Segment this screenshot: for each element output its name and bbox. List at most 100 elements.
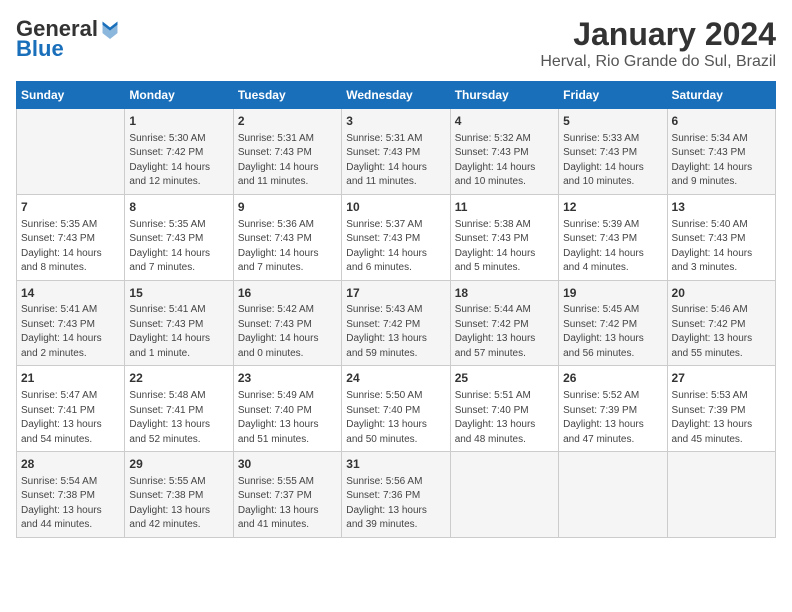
day-info: Sunrise: 5:39 AMSunset: 7:43 PMDaylight:… — [563, 218, 662, 276]
day-info: Sunrise: 5:46 AMSunset: 7:42 PMDaylight:… — [672, 303, 771, 361]
weekday-header: Monday — [125, 82, 233, 109]
page-header: General Blue January 2024 Herval, Rio Gr… — [16, 16, 776, 71]
calendar-day-cell: 14Sunrise: 5:41 AMSunset: 7:43 PMDayligh… — [17, 280, 125, 366]
calendar-day-cell: 29Sunrise: 5:55 AMSunset: 7:38 PMDayligh… — [125, 452, 233, 538]
day-number: 17 — [346, 285, 445, 302]
day-number: 21 — [21, 370, 120, 387]
day-number: 18 — [455, 285, 554, 302]
calendar-day-cell: 8Sunrise: 5:35 AMSunset: 7:43 PMDaylight… — [125, 194, 233, 280]
weekday-header: Wednesday — [342, 82, 450, 109]
day-number: 29 — [129, 456, 228, 473]
day-number: 22 — [129, 370, 228, 387]
weekday-header: Friday — [559, 82, 667, 109]
calendar-day-cell: 7Sunrise: 5:35 AMSunset: 7:43 PMDaylight… — [17, 194, 125, 280]
day-info: Sunrise: 5:45 AMSunset: 7:42 PMDaylight:… — [563, 303, 662, 361]
calendar-day-cell: 13 Sunrise: 5:40 AMSunset: 7:43 PMDayligh… — [667, 194, 775, 280]
day-info: Sunrise: 5:35 AMSunset: 7:43 PMDaylight:… — [21, 218, 120, 276]
calendar-day-cell: 30Sunrise: 5:55 AMSunset: 7:37 PMDayligh… — [233, 452, 341, 538]
calendar-day-cell — [559, 452, 667, 538]
day-info: Sunrise: 5:41 AMSunset: 7:43 PMDaylight:… — [129, 303, 228, 361]
day-info: Sunrise: 5:47 AMSunset: 7:41 PMDaylight:… — [21, 389, 120, 447]
day-number: 5 — [563, 113, 662, 130]
calendar-day-cell: 5 Sunrise: 5:33 AMSunset: 7:43 PMDaylight… — [559, 109, 667, 195]
weekday-header: Thursday — [450, 82, 558, 109]
calendar-day-cell: 27 Sunrise: 5:53 AMSunset: 7:39 PMDayligh… — [667, 366, 775, 452]
calendar-day-cell: 31 Sunrise: 5:56 AMSunset: 7:36 PMDayligh… — [342, 452, 450, 538]
day-number: 26 — [563, 370, 662, 387]
day-info: Sunrise: 5:37 AMSunset: 7:43 PMDaylight:… — [346, 218, 445, 276]
logo-blue: Blue — [16, 36, 64, 61]
day-info: Sunrise: 5:33 AMSunset: 7:43 PMDaylight:… — [563, 132, 662, 190]
day-number: 23 — [238, 370, 337, 387]
day-number: 4 — [455, 113, 554, 130]
calendar-week-row: 28Sunrise: 5:54 AMSunset: 7:38 PMDayligh… — [17, 452, 776, 538]
day-number: 19 — [563, 285, 662, 302]
day-info: Sunrise: 5:40 AMSunset: 7:43 PMDaylight:… — [672, 218, 771, 276]
day-info: Sunrise: 5:55 AMSunset: 7:37 PMDaylight:… — [238, 475, 337, 533]
day-info: Sunrise: 5:56 AMSunset: 7:36 PMDaylight:… — [346, 475, 445, 533]
day-info: Sunrise: 5:49 AMSunset: 7:40 PMDaylight:… — [238, 389, 337, 447]
day-number: 28 — [21, 456, 120, 473]
day-number: 11 — [455, 199, 554, 216]
calendar-day-cell: 15Sunrise: 5:41 AMSunset: 7:43 PMDayligh… — [125, 280, 233, 366]
day-number: 13 — [672, 199, 771, 216]
calendar-day-cell: 28Sunrise: 5:54 AMSunset: 7:38 PMDayligh… — [17, 452, 125, 538]
day-number: 2 — [238, 113, 337, 130]
day-number: 10 — [346, 199, 445, 216]
day-info: Sunrise: 5:53 AMSunset: 7:39 PMDaylight:… — [672, 389, 771, 447]
day-number: 12 — [563, 199, 662, 216]
day-number: 20 — [672, 285, 771, 302]
day-info: Sunrise: 5:31 AMSunset: 7:43 PMDaylight:… — [238, 132, 337, 190]
calendar-day-cell — [17, 109, 125, 195]
day-info: Sunrise: 5:50 AMSunset: 7:40 PMDaylight:… — [346, 389, 445, 447]
calendar-day-cell: 6Sunrise: 5:34 AMSunset: 7:43 PMDaylight… — [667, 109, 775, 195]
calendar-day-cell: 17Sunrise: 5:43 AMSunset: 7:42 PMDayligh… — [342, 280, 450, 366]
day-info: Sunrise: 5:48 AMSunset: 7:41 PMDaylight:… — [129, 389, 228, 447]
day-number: 6 — [672, 113, 771, 130]
calendar-day-cell: 20Sunrise: 5:46 AMSunset: 7:42 PMDayligh… — [667, 280, 775, 366]
day-info: Sunrise: 5:30 AMSunset: 7:42 PMDaylight:… — [129, 132, 228, 190]
day-number: 9 — [238, 199, 337, 216]
day-number: 27 — [672, 370, 771, 387]
calendar-day-cell: 24Sunrise: 5:50 AMSunset: 7:40 PMDayligh… — [342, 366, 450, 452]
weekday-header: Saturday — [667, 82, 775, 109]
day-info: Sunrise: 5:42 AMSunset: 7:43 PMDaylight:… — [238, 303, 337, 361]
calendar-day-cell — [667, 452, 775, 538]
day-info: Sunrise: 5:51 AMSunset: 7:40 PMDaylight:… — [455, 389, 554, 447]
title-section: January 2024 Herval, Rio Grande do Sul, … — [540, 16, 776, 71]
calendar-week-row: 1 Sunrise: 5:30 AMSunset: 7:42 PMDaylight… — [17, 109, 776, 195]
day-info: Sunrise: 5:35 AMSunset: 7:43 PMDaylight:… — [129, 218, 228, 276]
calendar-table: SundayMondayTuesdayWednesdayThursdayFrid… — [16, 81, 776, 538]
day-number: 3 — [346, 113, 445, 130]
calendar-day-cell: 2 Sunrise: 5:31 AMSunset: 7:43 PMDaylight… — [233, 109, 341, 195]
weekday-header: Tuesday — [233, 82, 341, 109]
day-number: 1 — [129, 113, 228, 130]
calendar-day-cell: 1 Sunrise: 5:30 AMSunset: 7:42 PMDaylight… — [125, 109, 233, 195]
calendar-day-cell: 21 Sunrise: 5:47 AMSunset: 7:41 PMDayligh… — [17, 366, 125, 452]
logo-bird-icon — [100, 19, 120, 39]
calendar-day-cell: 25 Sunrise: 5:51 AMSunset: 7:40 PMDayligh… — [450, 366, 558, 452]
day-number: 25 — [455, 370, 554, 387]
calendar-day-cell: 18Sunrise: 5:44 AMSunset: 7:42 PMDayligh… — [450, 280, 558, 366]
logo: General Blue — [16, 16, 120, 62]
day-info: Sunrise: 5:36 AMSunset: 7:43 PMDaylight:… — [238, 218, 337, 276]
day-number: 14 — [21, 285, 120, 302]
calendar-day-cell: 4Sunrise: 5:32 AMSunset: 7:43 PMDaylight… — [450, 109, 558, 195]
day-number: 16 — [238, 285, 337, 302]
calendar-body: 1 Sunrise: 5:30 AMSunset: 7:42 PMDaylight… — [17, 109, 776, 538]
day-info: Sunrise: 5:41 AMSunset: 7:43 PMDaylight:… — [21, 303, 120, 361]
day-info: Sunrise: 5:31 AMSunset: 7:43 PMDaylight:… — [346, 132, 445, 190]
calendar-header: SundayMondayTuesdayWednesdayThursdayFrid… — [17, 82, 776, 109]
calendar-day-cell: 16Sunrise: 5:42 AMSunset: 7:43 PMDayligh… — [233, 280, 341, 366]
day-number: 31 — [346, 456, 445, 473]
weekday-row: SundayMondayTuesdayWednesdayThursdayFrid… — [17, 82, 776, 109]
calendar-day-cell — [450, 452, 558, 538]
calendar-day-cell: 26Sunrise: 5:52 AMSunset: 7:39 PMDayligh… — [559, 366, 667, 452]
calendar-day-cell: 3 Sunrise: 5:31 AMSunset: 7:43 PMDaylight… — [342, 109, 450, 195]
calendar-day-cell: 10 Sunrise: 5:37 AMSunset: 7:43 PMDayligh… — [342, 194, 450, 280]
day-number: 15 — [129, 285, 228, 302]
calendar-subtitle: Herval, Rio Grande do Sul, Brazil — [540, 53, 776, 71]
day-info: Sunrise: 5:38 AMSunset: 7:43 PMDaylight:… — [455, 218, 554, 276]
calendar-day-cell: 23 Sunrise: 5:49 AMSunset: 7:40 PMDayligh… — [233, 366, 341, 452]
calendar-week-row: 7Sunrise: 5:35 AMSunset: 7:43 PMDaylight… — [17, 194, 776, 280]
